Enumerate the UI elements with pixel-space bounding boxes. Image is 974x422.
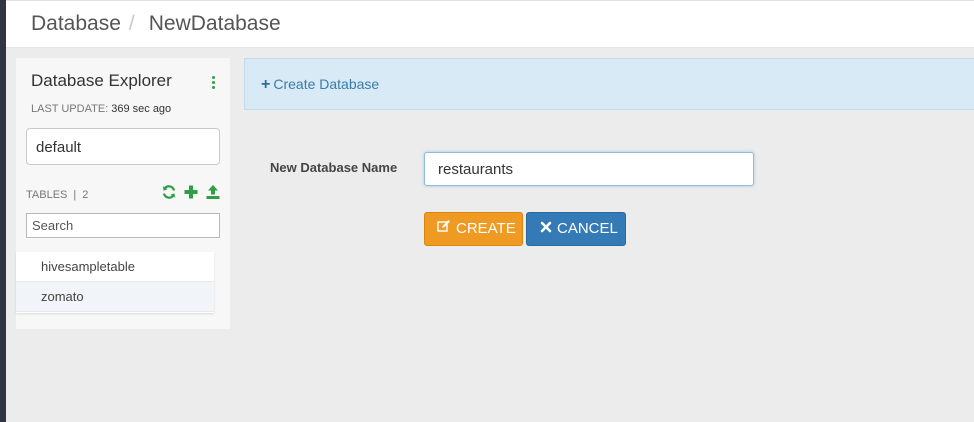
create-button[interactable]: CREATE: [424, 212, 523, 246]
kebab-menu-icon[interactable]: [212, 76, 216, 90]
create-button-label: CREATE: [456, 220, 516, 237]
cancel-button-label: CANCEL: [557, 220, 618, 237]
database-explorer-panel: Database Explorer LAST UPDATE: 369 sec ag…: [16, 58, 230, 329]
left-app-strip: [0, 0, 6, 422]
tables-header: TABLES | 2: [26, 189, 88, 201]
top-header: Database / NewDatabase: [6, 0, 974, 48]
database-name-label: New Database Name: [270, 160, 398, 175]
upload-icon[interactable]: [205, 184, 221, 200]
last-update: LAST UPDATE: 369 sec ago: [31, 103, 171, 115]
database-select[interactable]: default: [26, 128, 220, 165]
cancel-button[interactable]: CANCEL: [526, 212, 626, 246]
tables-count: 2: [82, 189, 89, 201]
create-database-label: Create Database: [273, 76, 380, 92]
breadcrumb-root[interactable]: Database: [31, 12, 121, 35]
refresh-icon[interactable]: [161, 184, 177, 200]
create-database-link[interactable]: + Create Database: [261, 76, 379, 94]
breadcrumb-separator: /: [128, 12, 135, 35]
breadcrumb-current: NewDatabase: [148, 12, 281, 35]
last-update-label: LAST UPDATE:: [31, 103, 109, 115]
database-name-input[interactable]: [424, 152, 754, 186]
create-database-banner: + Create Database: [244, 58, 974, 110]
table-search-input[interactable]: [26, 213, 220, 238]
last-update-value: 369 sec ago: [111, 103, 172, 115]
tables-separator: |: [73, 189, 77, 201]
table-item-zomato[interactable]: zomato: [16, 282, 214, 312]
table-item-hivesampletable[interactable]: hivesampletable: [16, 252, 214, 282]
breadcrumb: Database / NewDatabase: [31, 12, 281, 36]
table-list: hivesampletable zomato: [16, 252, 214, 313]
close-icon: [540, 213, 552, 245]
add-icon[interactable]: [183, 184, 199, 200]
panel-title: Database Explorer: [31, 71, 172, 90]
plus-icon: +: [261, 76, 271, 93]
edit-icon: [437, 213, 451, 245]
tables-label: TABLES: [26, 189, 68, 201]
